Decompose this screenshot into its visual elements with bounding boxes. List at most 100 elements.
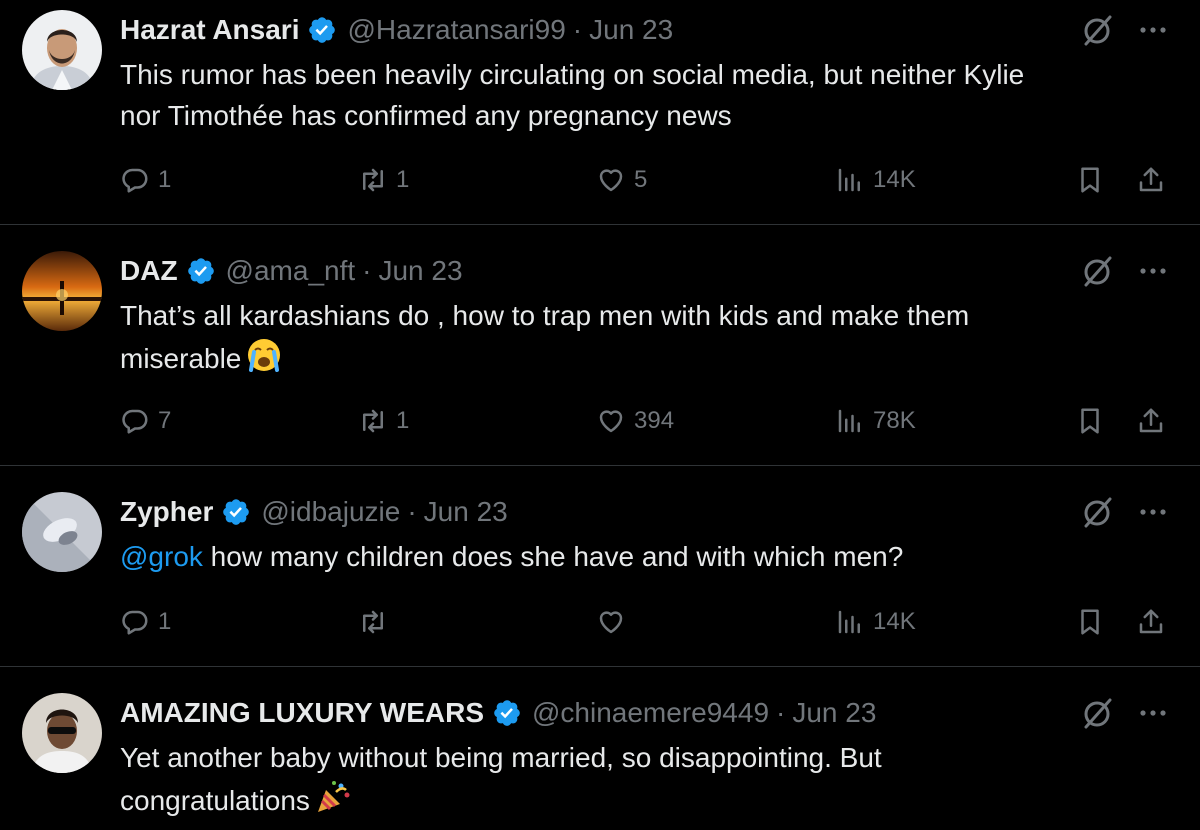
tweet-date[interactable]: Jun 23	[378, 255, 462, 287]
heart-icon	[596, 607, 626, 637]
reply-feed: Hazrat Ansari @Hazratansari99 · Jun 23 T…	[0, 0, 1200, 830]
tweet[interactable]: Hazrat Ansari @Hazratansari99 · Jun 23 T…	[0, 0, 1200, 225]
repost-button[interactable]	[358, 600, 396, 644]
author-handle[interactable]: @ama_nft	[226, 255, 356, 287]
author-name[interactable]: Zypher	[120, 496, 213, 528]
mention-link[interactable]: @grok	[120, 541, 203, 572]
reply-count: 7	[158, 407, 172, 434]
grok-icon[interactable]	[1080, 254, 1114, 288]
separator-dot: ·	[362, 255, 372, 286]
reply-icon	[120, 165, 150, 195]
tweet-text: That’s all kardashians do , how to trap …	[120, 295, 1120, 379]
party-popper-emoji-icon	[314, 778, 352, 816]
avatar[interactable]	[22, 251, 102, 331]
share-button[interactable]	[1136, 600, 1166, 644]
tweet-text: Yet another baby without being married, …	[120, 737, 1120, 821]
reply-button[interactable]: 1	[120, 158, 171, 202]
author-handle[interactable]: @chinaemere9449	[532, 697, 769, 729]
separator-dot: ·	[776, 697, 786, 728]
like-button[interactable]	[596, 600, 634, 644]
tweet-text-line: This rumor has been heavily circulating …	[120, 59, 1025, 90]
grok-icon[interactable]	[1080, 696, 1114, 730]
avatar[interactable]	[22, 693, 102, 773]
bookmark-icon	[1075, 165, 1105, 195]
author-name[interactable]: AMAZING LUXURY WEARS	[120, 697, 484, 729]
tweet-text-line: congratulations	[120, 785, 310, 816]
avatar[interactable]	[22, 492, 102, 572]
views-icon	[835, 607, 865, 637]
more-icon[interactable]	[1136, 254, 1170, 288]
repost-icon	[358, 607, 388, 637]
reply-count: 1	[158, 166, 172, 193]
tweet-date[interactable]: Jun 23	[424, 496, 508, 528]
views-icon	[835, 165, 865, 195]
views-button[interactable]: 14K	[835, 600, 916, 644]
repost-count: 1	[396, 166, 410, 193]
share-icon	[1136, 607, 1166, 637]
avatar[interactable]	[22, 10, 102, 90]
tweet-header: Zypher @idbajuzie · Jun 23	[120, 492, 508, 532]
repost-button[interactable]: 1	[358, 399, 409, 443]
repost-button[interactable]: 1	[358, 158, 409, 202]
share-button[interactable]	[1136, 399, 1166, 443]
grok-icon[interactable]	[1080, 13, 1114, 47]
repost-icon	[358, 406, 388, 436]
views-button[interactable]: 14K	[835, 158, 916, 202]
author-handle[interactable]: @Hazratansari99	[347, 14, 565, 46]
tweet-date[interactable]: Jun 23	[589, 14, 673, 46]
separator-dot: ·	[407, 496, 417, 527]
reply-button[interactable]: 7	[120, 399, 171, 443]
more-icon[interactable]	[1136, 13, 1170, 47]
bookmark-button[interactable]	[1075, 158, 1105, 202]
tweet-header: DAZ @ama_nft · Jun 23	[120, 251, 463, 291]
verified-badge-icon	[492, 698, 522, 728]
separator-dot: ·	[572, 14, 583, 45]
reply-icon	[120, 607, 150, 637]
verified-badge-icon	[307, 15, 337, 45]
bookmark-button[interactable]	[1075, 600, 1105, 644]
reply-icon	[120, 406, 150, 436]
like-count: 394	[634, 407, 675, 434]
bookmark-button[interactable]	[1075, 399, 1105, 443]
tweet-text-line-with-emoji: miserable	[120, 336, 1120, 379]
author-handle[interactable]: @idbajuzie	[261, 496, 400, 528]
share-icon	[1136, 165, 1166, 195]
verified-badge-icon	[221, 497, 251, 527]
repost-icon	[358, 165, 388, 195]
more-icon[interactable]	[1136, 696, 1170, 730]
tweet-text-line: That’s all kardashians do , how to trap …	[120, 300, 970, 331]
more-icon[interactable]	[1136, 495, 1170, 529]
tweet-actions: 1 14K	[0, 600, 1200, 644]
tweet-text-line-with-emoji: congratulations	[120, 778, 1120, 821]
tweet[interactable]: AMAZING LUXURY WEARS @chinaemere9449 · J…	[0, 667, 1200, 830]
tweet[interactable]: Zypher @idbajuzie · Jun 23 @grok how man…	[0, 466, 1200, 667]
tweet[interactable]: DAZ @ama_nft · Jun 23 That’s all kardash…	[0, 225, 1200, 466]
tweet-date[interactable]: Jun 23	[792, 697, 876, 729]
tweet-text-line: Yet another baby without being married, …	[120, 742, 882, 773]
reply-button[interactable]: 1	[120, 600, 171, 644]
tweet-actions: 1 1 5 14K	[0, 158, 1200, 202]
author-name[interactable]: Hazrat Ansari	[120, 14, 299, 46]
heart-icon	[596, 165, 626, 195]
tweet-text: @grok how many children does she have an…	[120, 536, 1120, 577]
tweet-text-body: how many children does she have and with…	[202, 541, 904, 572]
like-button[interactable]: 5	[596, 158, 647, 202]
tweet-actions: 7 1 394 78K	[0, 399, 1200, 443]
bookmark-icon	[1075, 607, 1105, 637]
views-button[interactable]: 78K	[835, 399, 916, 443]
reply-count: 1	[158, 608, 172, 635]
share-button[interactable]	[1136, 158, 1166, 202]
views-count: 14K	[873, 166, 916, 193]
tweet-text-line: nor Timothée has confirmed any pregnancy…	[120, 100, 732, 131]
loudly-crying-face-emoji-icon	[245, 336, 283, 374]
tweet-header: Hazrat Ansari @Hazratansari99 · Jun 23	[120, 10, 673, 50]
views-count: 14K	[873, 608, 916, 635]
repost-count: 1	[396, 407, 410, 434]
grok-icon[interactable]	[1080, 495, 1114, 529]
like-button[interactable]: 394	[596, 399, 674, 443]
share-icon	[1136, 406, 1166, 436]
like-count: 5	[634, 166, 648, 193]
heart-icon	[596, 406, 626, 436]
tweet-text-line: @grok how many children does she have an…	[120, 536, 1120, 577]
author-name[interactable]: DAZ	[120, 255, 178, 287]
